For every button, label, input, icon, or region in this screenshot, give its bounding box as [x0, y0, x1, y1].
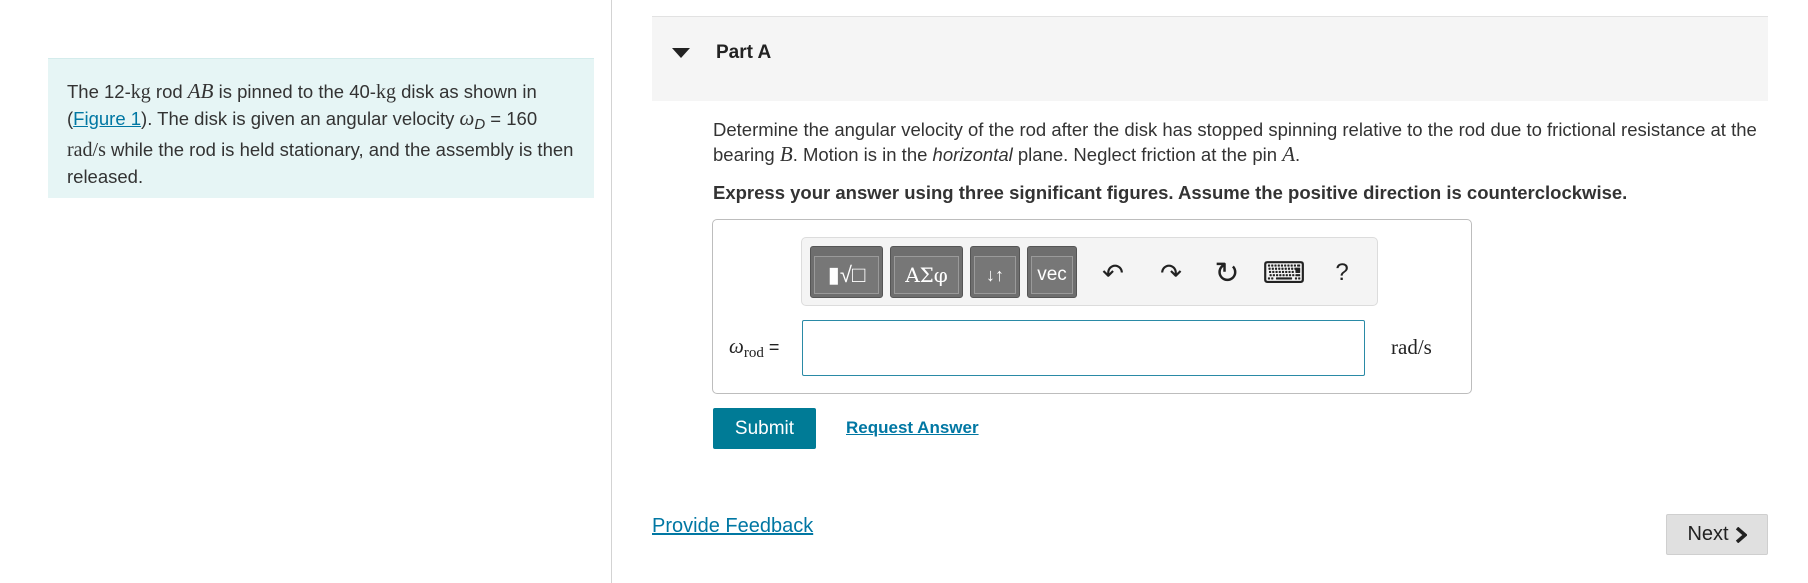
part-a-header[interactable]: Part A	[652, 16, 1768, 101]
vector-button[interactable]: vec	[1027, 246, 1077, 298]
undo-icon[interactable]: ↶	[1096, 258, 1130, 288]
instruction-text: Express your answer using three signific…	[713, 182, 1628, 203]
submit-button[interactable]: Submit	[713, 408, 816, 449]
templates-icon: ▮√□	[814, 256, 879, 294]
chevron-right-icon	[1735, 526, 1747, 543]
part-title: Part A	[716, 42, 772, 63]
provide-feedback-link[interactable]: Provide Feedback	[652, 515, 813, 538]
arrows-icon: ↓↑	[974, 256, 1016, 294]
vec-icon: vec	[1031, 256, 1073, 294]
answer-box: ▮√□ ΑΣφ ↓↑ vec ↶ ↷ ↻ ⌨ ? ωrod = rad/s	[712, 219, 1472, 394]
problem-statement: The 12-kg rod AB is pinned to the 40-kg …	[48, 58, 594, 198]
left-panel: The 12-kg rod AB is pinned to the 40-kg …	[0, 0, 612, 583]
help-icon[interactable]: ?	[1325, 258, 1359, 288]
question-text: Determine the angular velocity of the ro…	[713, 119, 1757, 166]
greek-icon: ΑΣφ	[894, 256, 959, 294]
greek-symbols-button[interactable]: ΑΣφ	[890, 246, 963, 298]
math-toolbar: ▮√□ ΑΣφ ↓↑ vec ↶ ↷ ↻ ⌨ ?	[801, 237, 1378, 306]
redo-icon[interactable]: ↷	[1154, 258, 1188, 288]
keyboard-icon[interactable]: ⌨	[1262, 257, 1305, 290]
request-answer-link[interactable]: Request Answer	[846, 418, 979, 438]
figure-1-link[interactable]: Figure 1	[73, 108, 141, 129]
templates-button[interactable]: ▮√□	[810, 246, 883, 298]
next-label: Next	[1687, 523, 1729, 545]
subscript-superscript-button[interactable]: ↓↑	[970, 246, 1020, 298]
collapse-triangle-icon[interactable]	[672, 48, 690, 58]
answer-units: rad/s	[1391, 335, 1432, 359]
next-button[interactable]: Next	[1666, 514, 1768, 555]
answer-label: ωrod =	[729, 334, 780, 361]
answer-input[interactable]	[802, 320, 1365, 376]
reset-icon[interactable]: ↻	[1210, 257, 1244, 290]
